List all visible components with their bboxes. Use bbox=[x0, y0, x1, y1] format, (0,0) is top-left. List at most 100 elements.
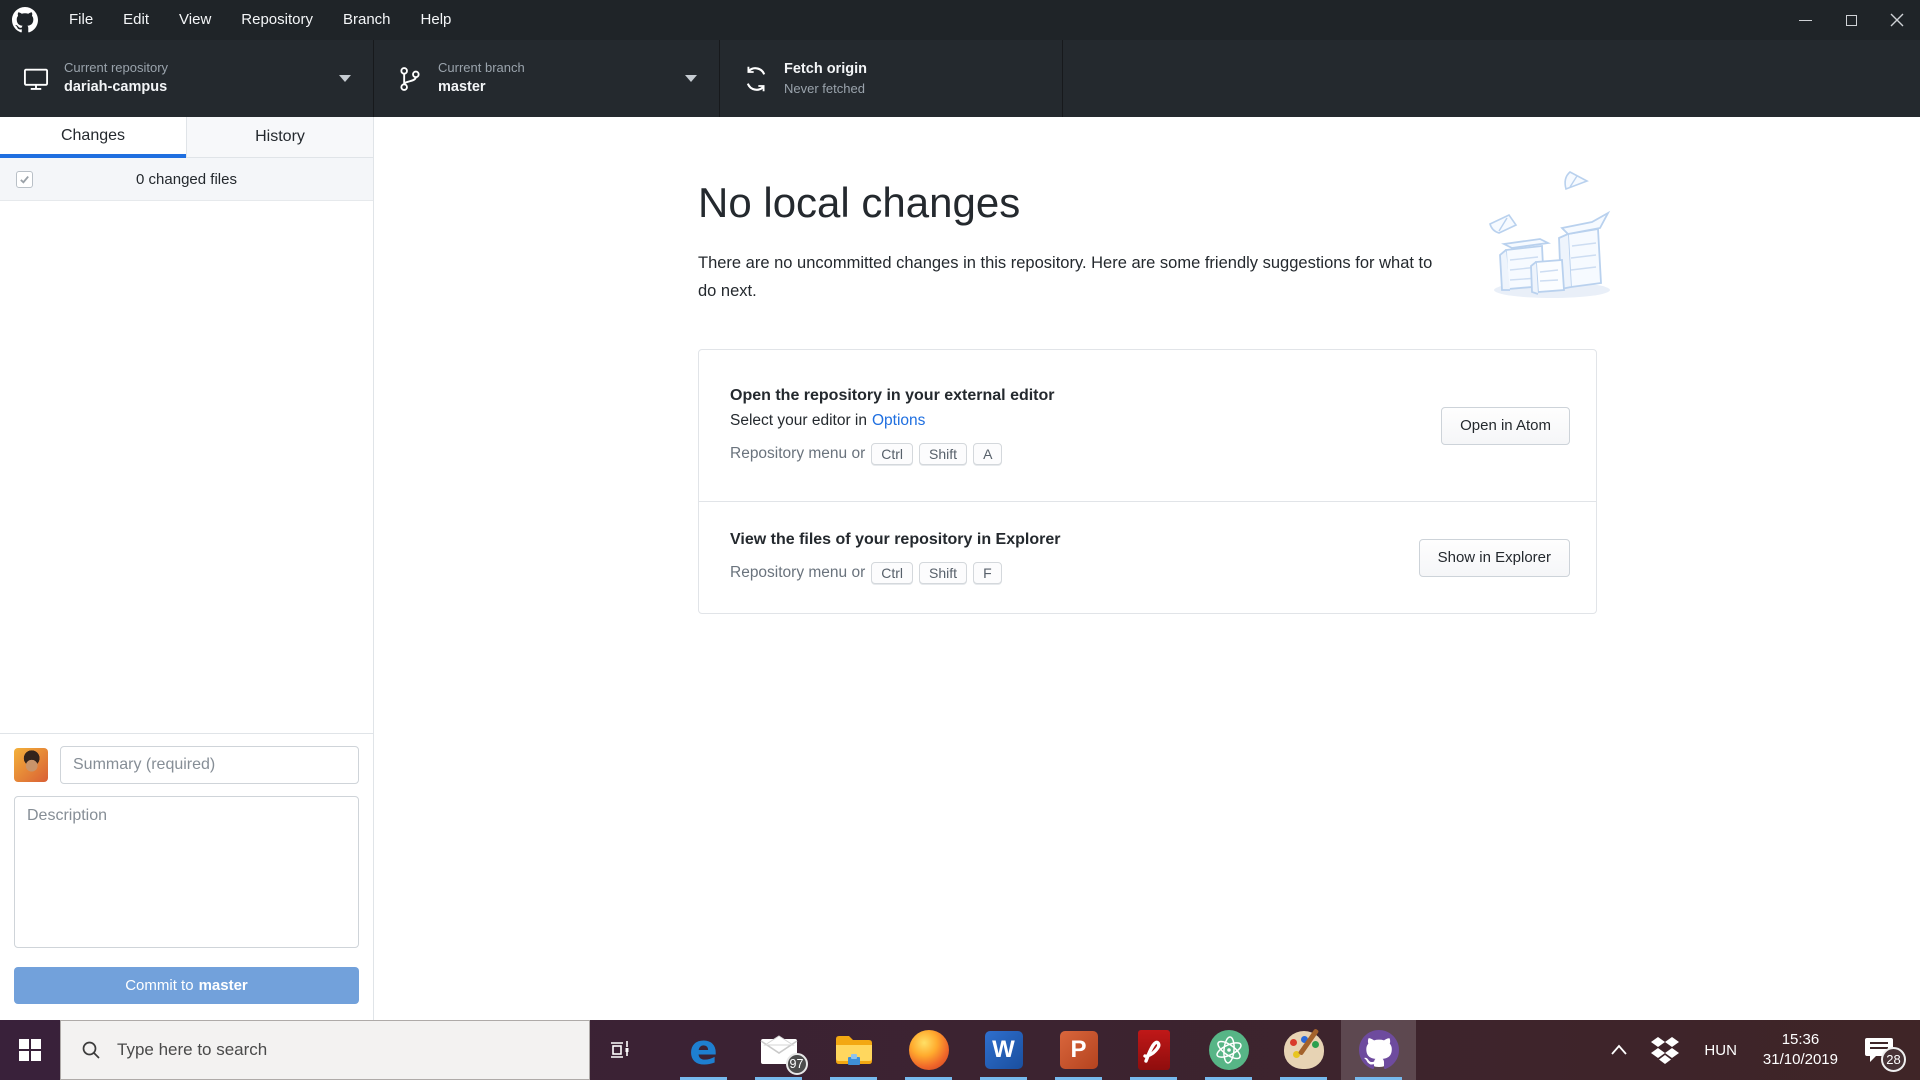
fetch-origin-label: Fetch origin bbox=[784, 60, 867, 77]
check-icon bbox=[20, 175, 29, 184]
taskbar-app-file-explorer[interactable] bbox=[816, 1020, 891, 1080]
description-input[interactable] bbox=[14, 796, 359, 948]
key-ctrl: Ctrl bbox=[871, 442, 914, 465]
git-branch-icon bbox=[400, 66, 420, 91]
current-branch-dropdown[interactable]: Current branch master bbox=[374, 40, 720, 117]
taskbar-app-mail[interactable]: 97 bbox=[741, 1020, 816, 1080]
windows-logo-icon bbox=[19, 1039, 41, 1061]
main-content: No local changes There are no uncommitte… bbox=[374, 117, 1920, 1020]
taskbar-app-edge[interactable]: e bbox=[666, 1020, 741, 1080]
acrobat-icon bbox=[1137, 1030, 1170, 1070]
fetch-origin-button[interactable]: Fetch origin Never fetched bbox=[720, 40, 1063, 117]
page-subtitle: There are no uncommitted changes in this… bbox=[698, 254, 1433, 300]
changed-files-count: 0 changed files bbox=[136, 170, 237, 188]
minimize-icon bbox=[1798, 19, 1812, 21]
show-in-explorer-button[interactable]: Show in Explorer bbox=[1418, 538, 1570, 577]
windows-taskbar: e 97 bbox=[0, 1020, 1920, 1080]
taskbar-app-paint[interactable] bbox=[1266, 1020, 1341, 1080]
powerpoint-icon: P bbox=[1059, 1031, 1098, 1069]
restore-button[interactable] bbox=[1828, 0, 1874, 40]
taskbar-app-github-desktop[interactable] bbox=[1341, 1020, 1416, 1080]
clock-date: 31/10/2019 bbox=[1762, 1051, 1838, 1068]
taskbar-apps: e 97 W P bbox=[666, 1020, 1416, 1080]
current-repository-value: dariah-campus bbox=[64, 79, 168, 96]
key-f: F bbox=[973, 562, 1002, 584]
repository-toolbar: Current repository dariah-campus Current… bbox=[0, 40, 1920, 117]
github-desktop-window: File Edit View Repository Branch Help Cu… bbox=[0, 0, 1920, 1080]
menu-branch[interactable]: Branch bbox=[328, 0, 406, 40]
atom-icon bbox=[1208, 1030, 1249, 1070]
key-a: A bbox=[973, 442, 1003, 465]
action-center-button[interactable]: 28 bbox=[1850, 1020, 1920, 1080]
clock[interactable]: 15:36 31/10/2019 bbox=[1751, 1030, 1850, 1070]
taskbar-search[interactable] bbox=[60, 1020, 590, 1080]
menu-edit[interactable]: Edit bbox=[108, 0, 164, 40]
chevron-up-icon bbox=[1611, 1044, 1628, 1055]
close-button[interactable] bbox=[1874, 0, 1920, 40]
mail-badge: 97 bbox=[785, 1053, 808, 1075]
changes-sidebar: Changes History 0 changed files Commit t… bbox=[0, 117, 374, 1020]
key-ctrl: Ctrl bbox=[871, 562, 914, 584]
notification-badge: 28 bbox=[1881, 1047, 1906, 1072]
taskbar-app-firefox[interactable] bbox=[891, 1020, 966, 1080]
minimize-button[interactable] bbox=[1782, 0, 1828, 40]
word-icon: W bbox=[984, 1031, 1023, 1069]
fetch-origin-status: Never fetched bbox=[784, 80, 865, 96]
edge-icon: e bbox=[689, 1025, 718, 1074]
task-view-button[interactable] bbox=[590, 1020, 652, 1080]
monitor-icon bbox=[23, 68, 49, 90]
options-link[interactable]: Options bbox=[872, 412, 925, 430]
commit-panel: Commit to master bbox=[0, 733, 373, 1020]
current-branch-value: master bbox=[438, 79, 486, 96]
restore-icon bbox=[1845, 14, 1857, 26]
current-repository-dropdown[interactable]: Current repository dariah-campus bbox=[0, 40, 374, 117]
taskbar-app-powerpoint[interactable]: P bbox=[1041, 1020, 1116, 1080]
taskbar-app-acrobat[interactable] bbox=[1116, 1020, 1191, 1080]
chevron-down-icon bbox=[685, 75, 697, 82]
menu-file[interactable]: File bbox=[54, 0, 108, 40]
chevron-down-icon bbox=[339, 75, 351, 82]
empty-state-illustration bbox=[1489, 171, 1611, 298]
sync-icon bbox=[746, 66, 766, 91]
menu-bar: File Edit View Repository Branch Help bbox=[0, 0, 1920, 40]
file-explorer-icon bbox=[835, 1036, 872, 1065]
commit-button-branch: master bbox=[198, 977, 248, 994]
taskbar-app-word[interactable]: W bbox=[966, 1020, 1041, 1080]
paint-palette-icon bbox=[1283, 1028, 1324, 1069]
dropbox-icon bbox=[1651, 1037, 1680, 1064]
menu-help[interactable]: Help bbox=[406, 0, 467, 40]
suggestion-title: View the files of your repository in Exp… bbox=[730, 531, 1061, 548]
avatar bbox=[14, 748, 48, 782]
taskbar-app-atom[interactable] bbox=[1191, 1020, 1266, 1080]
current-branch-label: Current branch bbox=[438, 59, 525, 75]
tab-changes[interactable]: Changes bbox=[0, 117, 186, 158]
menu-view[interactable]: View bbox=[164, 0, 226, 40]
menu-repository[interactable]: Repository bbox=[226, 0, 328, 40]
search-icon bbox=[82, 1041, 100, 1059]
task-view-icon bbox=[611, 1041, 629, 1059]
page-title: No local changes bbox=[698, 179, 1021, 226]
tray-expand-button[interactable] bbox=[1598, 1042, 1640, 1058]
select-all-checkbox[interactable] bbox=[16, 170, 33, 188]
current-repository-label: Current repository bbox=[64, 59, 169, 75]
close-icon bbox=[1890, 13, 1904, 27]
system-tray: HUN 15:36 31/10/2019 28 bbox=[1598, 1020, 1920, 1080]
dropbox-tray-icon-button[interactable] bbox=[1640, 1036, 1690, 1064]
suggestion-title: Open the repository in your external edi… bbox=[730, 386, 1055, 404]
search-input[interactable] bbox=[115, 1039, 519, 1061]
commit-button[interactable]: Commit to master bbox=[14, 967, 359, 1004]
open-in-atom-button[interactable]: Open in Atom bbox=[1441, 406, 1570, 445]
github-logo-icon bbox=[12, 7, 38, 33]
suggestion-open-editor: Open the repository in your external edi… bbox=[699, 350, 1596, 501]
github-desktop-icon bbox=[1358, 1030, 1399, 1070]
suggestions-card: Open the repository in your external edi… bbox=[698, 349, 1597, 614]
changed-files-row: 0 changed files bbox=[0, 158, 373, 201]
firefox-icon bbox=[908, 1030, 949, 1070]
sidebar-tabs: Changes History bbox=[0, 117, 373, 158]
language-indicator[interactable]: HUN bbox=[1690, 1042, 1751, 1059]
start-button[interactable] bbox=[0, 1020, 60, 1080]
commit-button-prefix: Commit to bbox=[125, 977, 194, 994]
summary-input[interactable] bbox=[60, 746, 359, 784]
tab-history[interactable]: History bbox=[186, 117, 373, 158]
